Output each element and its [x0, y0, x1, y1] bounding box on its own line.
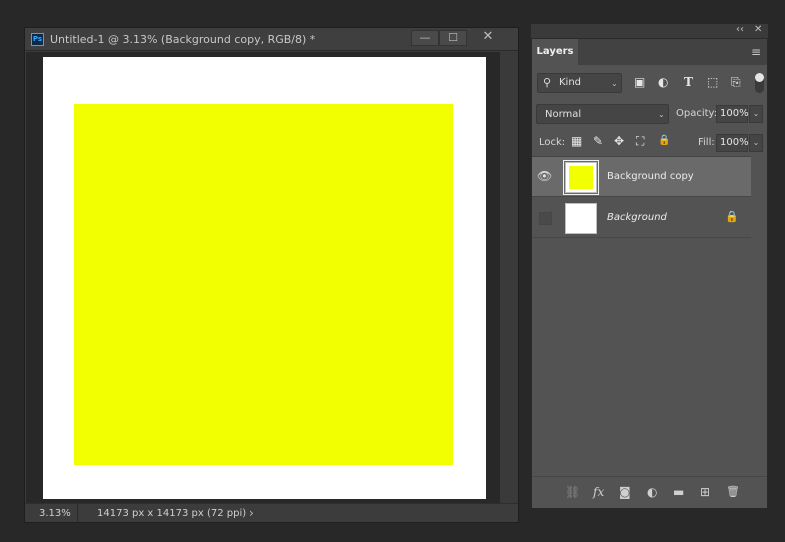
- type-filter-icon[interactable]: T: [684, 75, 693, 89]
- lock-label: Lock:: [539, 137, 566, 148]
- lock-artboard-icon[interactable]: ⛶: [636, 134, 644, 149]
- fill-field[interactable]: 100%: [716, 134, 749, 152]
- photoshop-logo-icon: Ps: [31, 33, 44, 46]
- lock-position-icon[interactable]: ✥: [614, 134, 624, 148]
- layer-thumbnail[interactable]: [565, 203, 597, 234]
- close-button[interactable]: ✕: [472, 30, 504, 46]
- layer-thumbnail[interactable]: [565, 162, 597, 193]
- adjustment-filter-icon[interactable]: ◐: [658, 75, 668, 89]
- link-layers-icon[interactable]: ⛓: [565, 485, 580, 499]
- lock-image-pixels-icon[interactable]: ✎: [593, 134, 603, 148]
- tab-layers[interactable]: Layers: [532, 39, 578, 65]
- layer-name[interactable]: Background copy: [607, 171, 694, 182]
- panel-menu-icon[interactable]: ≡: [751, 45, 761, 59]
- opacity-chevron-icon[interactable]: ⌄: [749, 105, 763, 123]
- layers-panel-footer: ⛓ fx ◙ ◐ ▬ ⊞ 🗑: [532, 476, 767, 508]
- blend-mode-row: Normal ⌄ Opacity: 100% ⌄: [532, 104, 767, 126]
- blend-mode-value: Normal: [545, 109, 582, 120]
- status-menu-arrow-icon[interactable]: ›: [249, 506, 254, 520]
- yellow-rectangle-layer-content[interactable]: [74, 104, 453, 465]
- vertical-scrollbar[interactable]: [500, 52, 518, 503]
- delete-layer-icon[interactable]: 🗑: [726, 485, 740, 498]
- collapse-panels-icon[interactable]: ‹‹: [736, 24, 744, 35]
- smart-object-filter-icon[interactable]: ⎘: [731, 75, 741, 90]
- new-group-folder-icon[interactable]: ▬: [673, 485, 684, 499]
- search-icon: ⚲: [543, 76, 552, 89]
- chevron-down-icon: ⌄: [658, 110, 665, 119]
- image-filter-icon[interactable]: ▣: [634, 75, 645, 89]
- panel-tab-bar: Layers ≡: [532, 39, 767, 65]
- canvas-area[interactable]: [26, 52, 500, 503]
- visibility-toggle-empty[interactable]: [539, 212, 552, 225]
- filter-kind-label: Kind: [559, 77, 582, 88]
- filter-toggle[interactable]: [755, 73, 764, 93]
- status-bar: 3.13% 14173 px x 14173 px (72 ppi) ›: [25, 503, 518, 523]
- layer-row-background[interactable]: Background 🔒: [532, 198, 751, 238]
- chevron-down-icon: ⌄: [611, 79, 618, 88]
- layers-panel: Layers ≡ ⚲ Kind ⌄ ▣ ◐ T ⬚ ⎘ Normal ⌄ Opa…: [531, 38, 768, 508]
- document-window: Ps Untitled-1 @ 3.13% (Background copy, …: [24, 27, 519, 523]
- layer-name[interactable]: Background: [607, 212, 667, 223]
- layer-thumbnail-fill: [569, 207, 593, 230]
- fill-label: Fill:: [698, 137, 715, 148]
- lock-transparent-pixels-icon[interactable]: ▦: [571, 134, 582, 148]
- panel-dock-header: ‹‹ ✕: [531, 24, 768, 38]
- layer-style-fx-icon[interactable]: fx: [593, 485, 604, 499]
- layer-filter-row: ⚲ Kind ⌄ ▣ ◐ T ⬚ ⎘: [532, 73, 767, 95]
- document-dimensions: 14173 px x 14173 px (72 ppi): [97, 508, 247, 519]
- new-adjustment-layer-icon[interactable]: ◐: [647, 485, 657, 499]
- visibility-eye-icon[interactable]: 👁: [537, 169, 553, 185]
- layers-scrollbar[interactable]: [751, 156, 767, 476]
- filter-toggle-knob: [755, 73, 764, 82]
- blend-mode-select[interactable]: Normal ⌄: [536, 104, 669, 124]
- shape-filter-icon[interactable]: ⬚: [707, 75, 718, 89]
- filter-kind-select[interactable]: ⚲ Kind ⌄: [537, 73, 622, 93]
- close-panel-icon[interactable]: ✕: [754, 24, 762, 35]
- document-title-bar[interactable]: Ps Untitled-1 @ 3.13% (Background copy, …: [25, 28, 518, 51]
- lock-row: Lock: ▦ ✎ ✥ ⛶ 🔒 Fill: 100% ⌄: [532, 131, 767, 155]
- document-title: Untitled-1 @ 3.13% (Background copy, RGB…: [50, 33, 316, 46]
- layer-row-background-copy[interactable]: 👁 Background copy: [532, 157, 751, 197]
- opacity-label: Opacity:: [676, 108, 718, 119]
- new-layer-icon[interactable]: ⊞: [700, 485, 710, 499]
- status-divider: [77, 504, 78, 523]
- opacity-field[interactable]: 100%: [716, 105, 749, 123]
- maximize-button[interactable]: ☐: [439, 30, 467, 46]
- document-canvas[interactable]: [43, 57, 486, 499]
- layer-lock-icon[interactable]: 🔒: [725, 210, 739, 223]
- lock-all-icon[interactable]: 🔒: [658, 135, 670, 146]
- add-mask-icon[interactable]: ◙: [619, 485, 631, 499]
- layers-list: 👁 Background copy Background 🔒: [532, 156, 767, 476]
- zoom-level[interactable]: 3.13%: [39, 508, 71, 519]
- fill-chevron-icon[interactable]: ⌄: [749, 134, 763, 152]
- minimize-button[interactable]: —: [411, 30, 439, 46]
- layer-thumbnail-fill: [569, 166, 593, 189]
